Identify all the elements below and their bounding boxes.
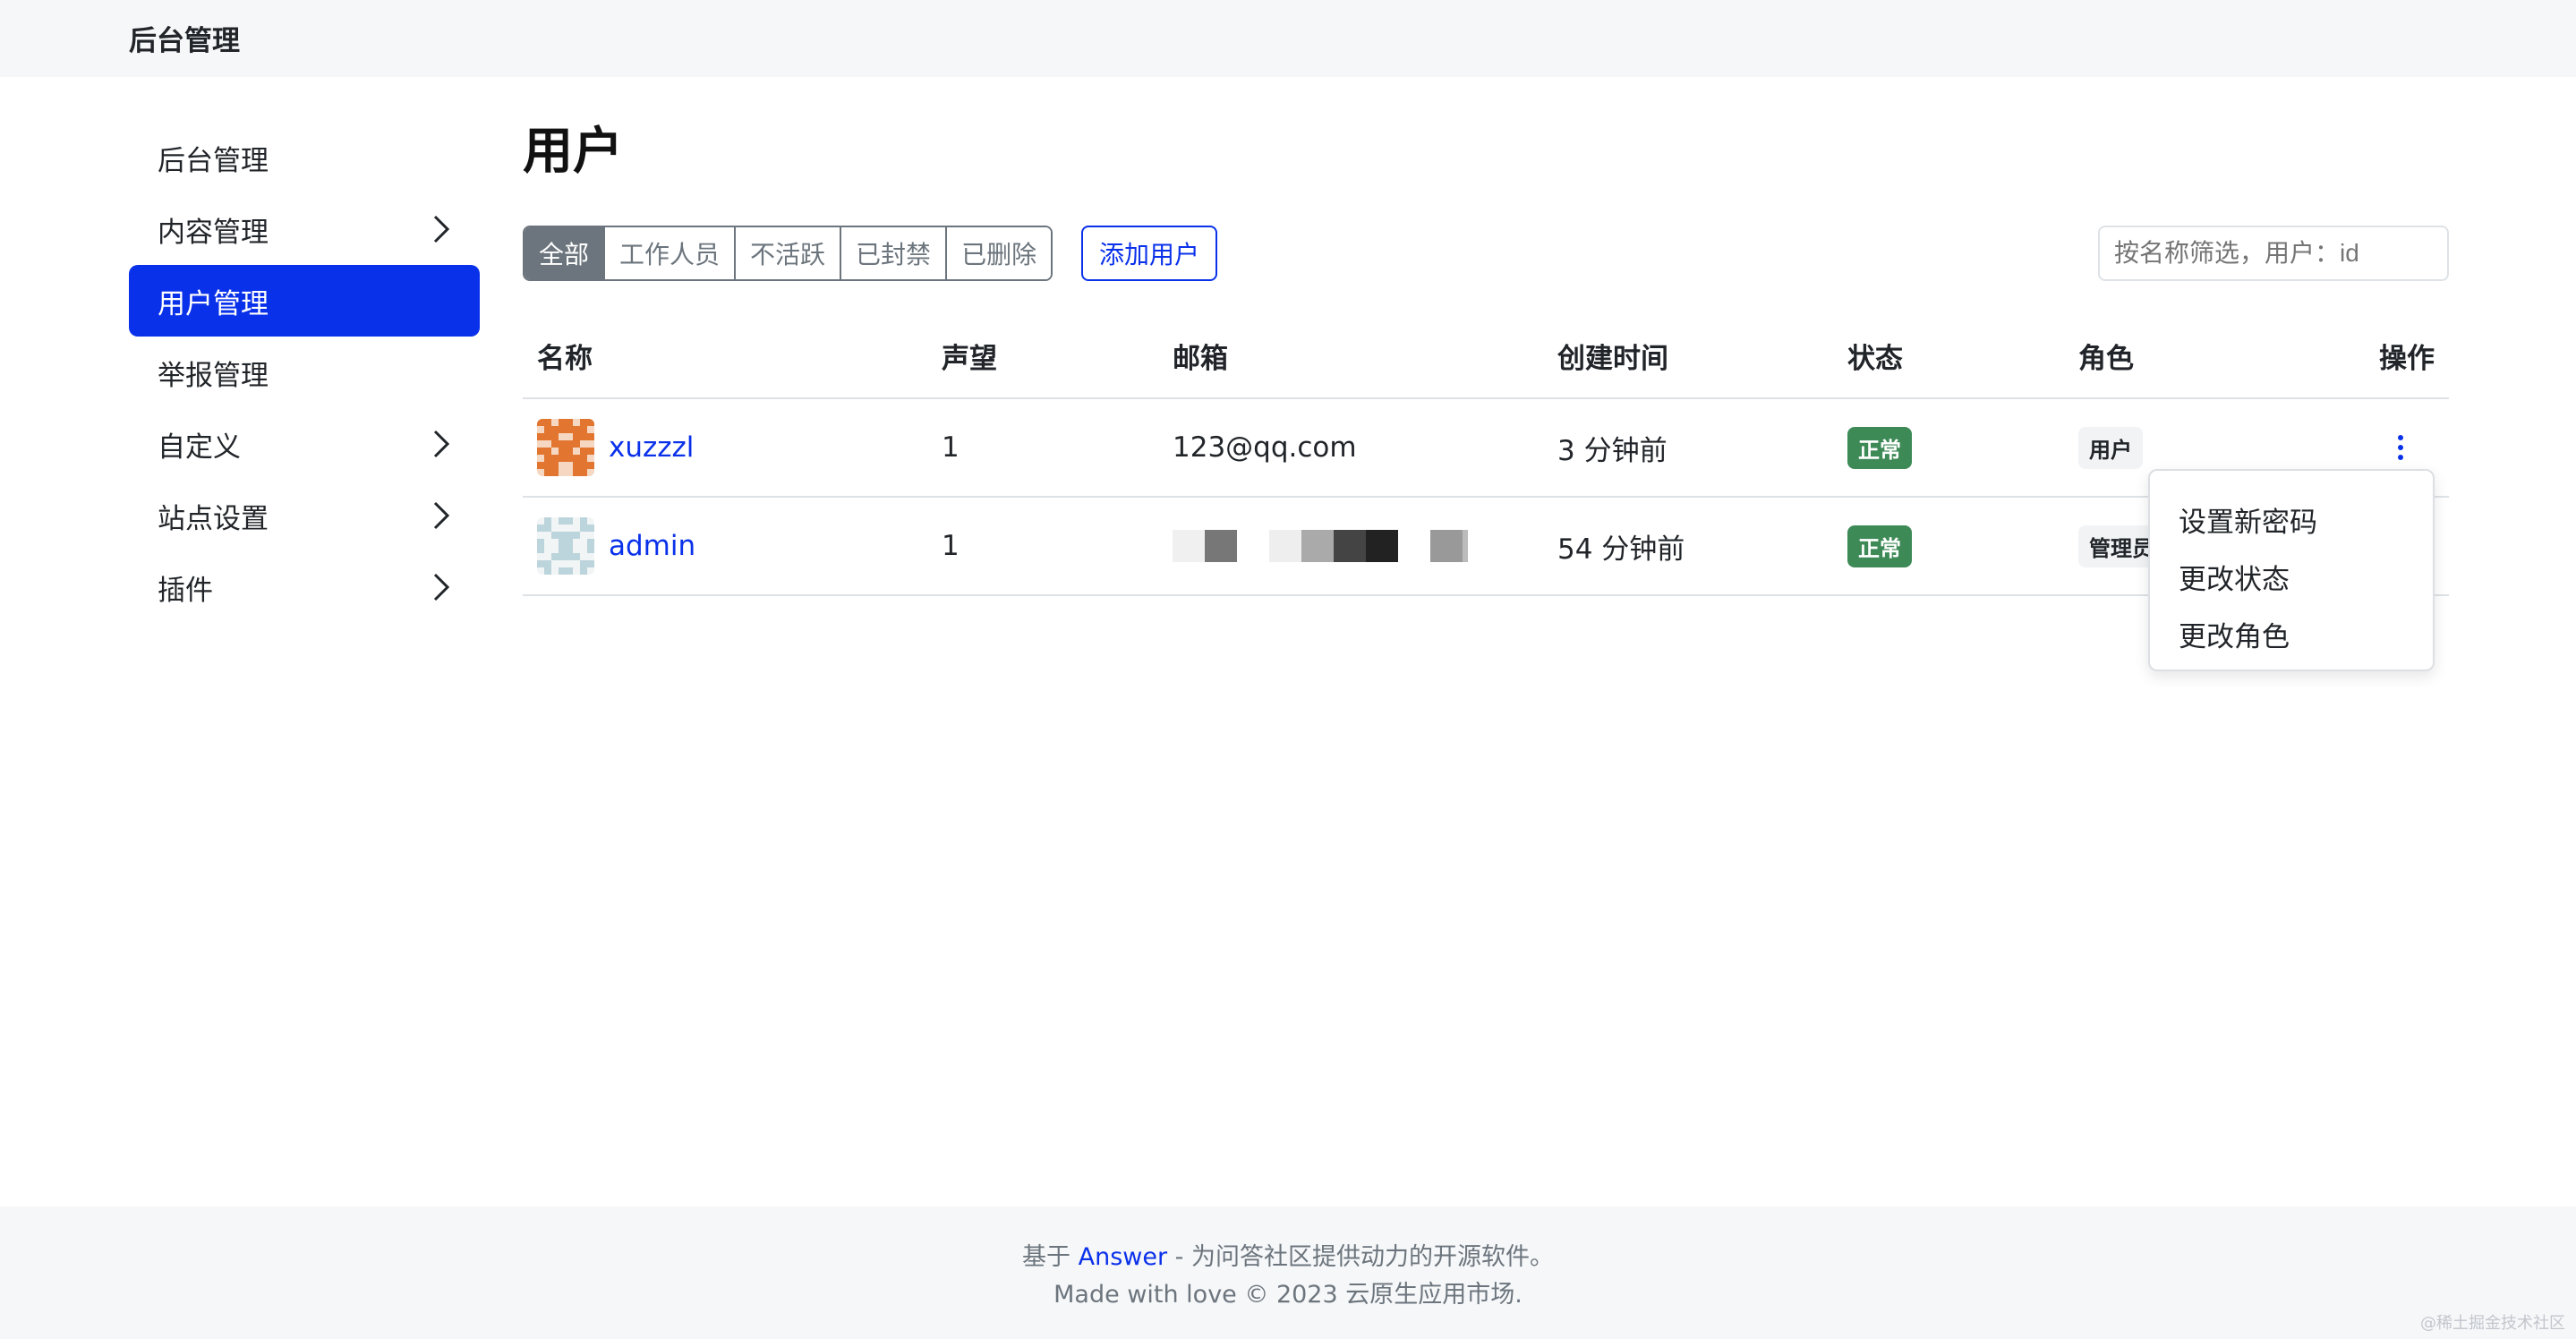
sidebar-item-dashboard[interactable]: 后台管理 (129, 122, 480, 193)
role-badge: 用户 (2078, 426, 2143, 469)
column-header-email: 邮箱 (1173, 342, 1228, 375)
sidebar-item-label: 举报管理 (158, 359, 269, 392)
chevron-right-icon (431, 571, 451, 603)
footer-suffix: - 为问答社区提供动力的开源软件。 (1174, 1243, 1554, 1271)
brand-title[interactable]: 后台管理 (129, 18, 240, 58)
role-cell: 用户 (2078, 399, 2143, 496)
sidebar-item-customize[interactable]: 自定义 (129, 408, 480, 480)
footer-prefix: 基于 (1022, 1243, 1071, 1271)
sidebar-item-plugins[interactable]: 插件 (129, 551, 480, 623)
menu-item-change-status[interactable]: 更改状态 (2150, 548, 2433, 605)
status-cell: 正常 (1847, 399, 1912, 496)
status-cell: 正常 (1847, 498, 1912, 594)
sidebar: 后台管理 内容管理 用户管理 举报管理 自定义 站点设置 插件 (129, 122, 480, 623)
chevron-right-icon (431, 499, 451, 532)
reputation-cell: 1 (942, 530, 960, 562)
sidebar-item-content[interactable]: 内容管理 (129, 193, 480, 265)
filter-deleted-button[interactable]: 已删除 (947, 227, 1052, 279)
add-user-button[interactable]: 添加用户 (1081, 226, 1218, 281)
filter-button-group: 全部 工作人员 不活跃 已封禁 已删除 (523, 226, 1053, 281)
sidebar-item-label: 用户管理 (158, 287, 269, 320)
sidebar-item-reports[interactable]: 举报管理 (129, 337, 480, 408)
sidebar-item-users[interactable]: 用户管理 (129, 265, 480, 337)
user-name-link[interactable]: admin (609, 530, 695, 562)
footer: 基于 Answer - 为问答社区提供动力的开源软件。 Made with lo… (0, 1207, 2576, 1339)
filter-all-button[interactable]: 全部 (525, 227, 606, 279)
column-header-created: 创建时间 (1557, 342, 1668, 375)
column-header-name: 名称 (537, 342, 593, 375)
answer-link[interactable]: Answer (1079, 1243, 1167, 1271)
created-time-cell: 54 分钟前 (1557, 533, 1685, 566)
column-header-actions: 操作 (2379, 342, 2435, 375)
status-badge: 正常 (1847, 525, 1912, 567)
email-cell-redacted (1173, 498, 1468, 594)
filter-suspended-button[interactable]: 已封禁 (841, 227, 948, 279)
main-content: 用户 全部 工作人员 不活跃 已封禁 已删除 添加用户 名称 声望 邮箱 创建时… (523, 116, 2449, 596)
user-name-cell: admin (537, 498, 695, 594)
created-time-cell: 3 分钟前 (1557, 434, 1668, 467)
email-cell: 123@qq.com (1173, 431, 1357, 464)
table-header: 名称 声望 邮箱 创建时间 状态 角色 操作 (523, 313, 2449, 399)
filter-staff-button[interactable]: 工作人员 (605, 227, 737, 279)
menu-item-change-role[interactable]: 更改角色 (2150, 605, 2433, 662)
redacted-email-blur (1173, 530, 1468, 562)
column-header-reputation: 声望 (942, 342, 997, 375)
top-bar: 后台管理 (0, 0, 2576, 77)
actions-dropdown-menu: 设置新密码 更改状态 更改角色 (2148, 469, 2435, 671)
status-badge: 正常 (1847, 426, 1912, 469)
footer-powered-by: 基于 Answer - 为问答社区提供动力的开源软件。 (0, 1237, 2576, 1272)
reputation-cell: 1 (942, 431, 960, 464)
sidebar-item-label: 自定义 (158, 431, 241, 464)
user-name-link[interactable]: xuzzzl (609, 431, 694, 464)
user-name-cell: xuzzzl (537, 399, 694, 496)
toolbar: 全部 工作人员 不活跃 已封禁 已删除 添加用户 (523, 226, 2449, 283)
chevron-right-icon (431, 428, 451, 460)
column-header-status: 状态 (1847, 342, 1903, 375)
menu-item-set-new-password[interactable]: 设置新密码 (2150, 490, 2433, 548)
sidebar-item-label: 内容管理 (158, 216, 269, 249)
footer-copyright: Made with love © 2023 云原生应用市场. (1053, 1281, 1523, 1309)
watermark: @稀土掘金技术社区 (2420, 1314, 2565, 1333)
sidebar-item-label: 插件 (158, 574, 213, 607)
column-header-role: 角色 (2078, 342, 2134, 375)
avatar[interactable] (537, 419, 594, 476)
sidebar-item-site-settings[interactable]: 站点设置 (129, 480, 480, 551)
chevron-right-icon (431, 213, 451, 245)
filter-inactive-button[interactable]: 不活跃 (736, 227, 842, 279)
more-vertical-icon[interactable] (2383, 430, 2418, 465)
page-title: 用户 (523, 123, 623, 181)
user-filter-input[interactable] (2098, 226, 2449, 281)
sidebar-item-label: 后台管理 (158, 144, 269, 177)
avatar[interactable] (537, 517, 594, 575)
sidebar-item-label: 站点设置 (158, 502, 269, 535)
